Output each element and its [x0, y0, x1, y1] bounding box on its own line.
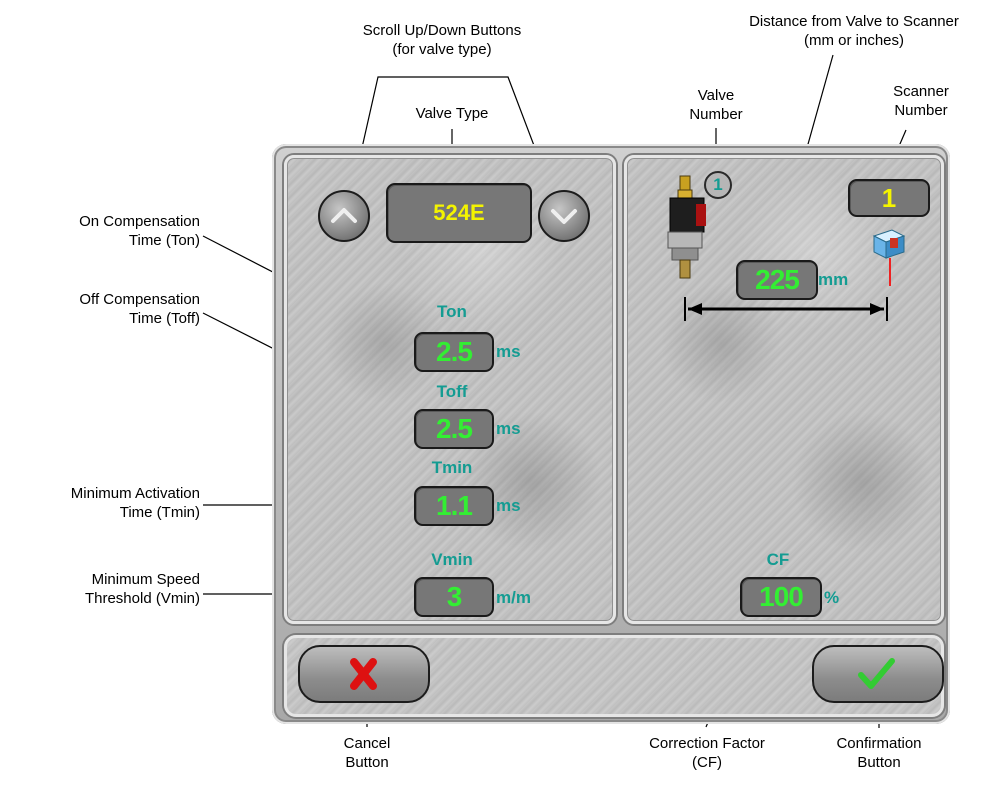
tmin-label: Tmin — [431, 458, 473, 477]
ton-unit: ms — [496, 342, 521, 361]
callout-correction-factor: Correction Factor (CF) — [649, 735, 765, 771]
distance-unit: mm — [818, 270, 849, 289]
toff-label: Toff — [436, 382, 468, 401]
tmin-value-field[interactable]: 1.1 — [414, 486, 494, 526]
vmin-label: Vmin — [431, 550, 473, 569]
scroll-up-button[interactable] — [318, 190, 370, 242]
valve-type-display: 524E — [386, 183, 532, 243]
scanner-number-display: 1 — [848, 179, 930, 217]
ton-label: Ton — [437, 302, 467, 321]
callout-valve-number: Valve Number — [689, 87, 743, 123]
ton-value-field[interactable]: 2.5 — [414, 332, 494, 372]
vmin-value-field[interactable]: 3 — [414, 577, 494, 617]
valve-number-badge: 1 — [704, 171, 732, 199]
cancel-button[interactable] — [298, 645, 430, 703]
toff-value-field[interactable]: 2.5 — [414, 409, 494, 449]
callout-on-compensation: On Compensation Time (Ton) — [79, 213, 200, 249]
callout-min-speed: Minimum Speed Threshold (Vmin) — [84, 571, 200, 607]
callout-cancel: Cancel Button — [343, 735, 391, 771]
callout-scanner-number: Scanner Number — [893, 83, 949, 119]
callout-distance: Distance from Valve to Scanner (mm or in… — [749, 13, 959, 49]
chevron-down-icon — [551, 209, 577, 224]
scroll-down-button[interactable] — [538, 190, 590, 242]
scanner-icon — [872, 229, 906, 286]
callout-scroll-buttons: Scroll Up/Down Buttons (for valve type) — [362, 22, 522, 58]
cf-unit: % — [824, 588, 840, 607]
callout-off-compensation: Off Compensation Time (Toff) — [79, 291, 200, 327]
distance-arrow — [684, 297, 888, 321]
vmin-unit: m/m — [496, 588, 531, 607]
cf-value-field[interactable]: 100 — [740, 577, 822, 617]
callout-valve-type: Valve Type — [415, 105, 489, 122]
toff-unit: ms — [496, 419, 521, 438]
callout-min-activation: Minimum Activation Time (Tmin) — [70, 485, 200, 521]
confirm-button[interactable] — [812, 645, 944, 703]
chevron-up-icon — [331, 208, 357, 223]
tmin-unit: ms — [496, 496, 521, 515]
red-x-icon — [350, 658, 377, 690]
cf-label: CF — [766, 550, 790, 569]
green-check-icon — [858, 658, 895, 689]
callout-confirmation: Confirmation Button — [836, 735, 922, 771]
